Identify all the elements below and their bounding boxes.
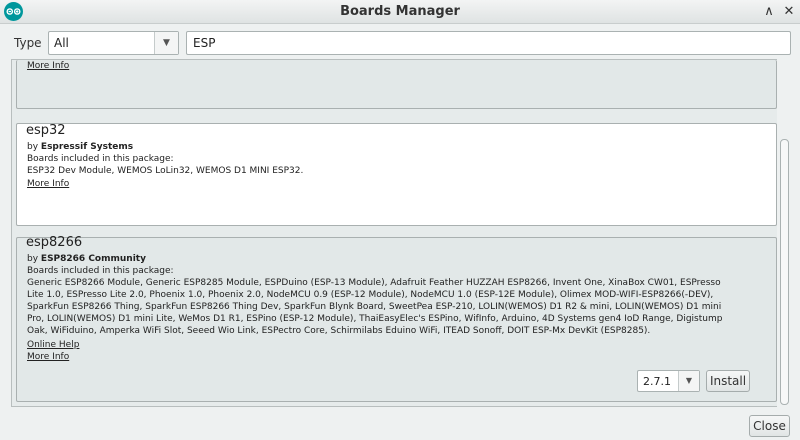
more-info-link[interactable]: More Info (27, 61, 69, 71)
type-dropdown-value: All (54, 36, 69, 50)
package-name: esp32 (26, 123, 66, 138)
package-author: Espressif Systems (40, 142, 134, 152)
type-label: Type (14, 36, 42, 50)
boards-list-text: ESP32 Dev Module, WEMOS LoLin32, WEMOS D… (27, 166, 304, 176)
list-item-esp8266[interactable]: esp8266 by ESP8266 Community Boards incl… (16, 235, 777, 402)
close-window-icon[interactable]: ✕ (780, 3, 798, 21)
package-name: esp8266 (26, 235, 83, 250)
by-prefix: by (27, 254, 39, 264)
minimize-icon[interactable]: ∧ (760, 3, 778, 21)
online-help-link[interactable]: Online Help (27, 340, 79, 350)
boards-label: Boards included in this package: (27, 154, 174, 164)
more-info-link[interactable]: More Info (27, 352, 69, 362)
boards-list: More Info esp32 by Espressif Systems Boa… (11, 59, 792, 407)
package-author: ESP8266 Community (40, 254, 146, 264)
by-prefix: by (27, 142, 39, 152)
chevron-down-icon: ▼ (154, 32, 178, 54)
package-author-line: by ESP8266 Community (27, 254, 146, 264)
scrollbar-thumb[interactable] (780, 139, 789, 405)
boards-label: Boards included in this package: (27, 266, 174, 276)
search-input[interactable] (186, 31, 791, 55)
type-dropdown[interactable]: All ▼ (48, 31, 179, 55)
version-dropdown[interactable]: 2.7.1 ▼ (637, 370, 700, 392)
package-author-line: by Espressif Systems (27, 142, 133, 152)
list-item-esp32[interactable]: esp32 by Espressif Systems Boards includ… (16, 123, 777, 226)
boards-list-text: Generic ESP8266 Module, Generic ESP8285 … (27, 278, 723, 336)
close-button[interactable]: Close (749, 415, 790, 437)
list-item[interactable]: More Info (16, 60, 777, 109)
title-bar: Boards Manager ∧ ✕ (0, 0, 800, 24)
vertical-scrollbar[interactable] (777, 59, 792, 407)
install-button[interactable]: Install (706, 370, 750, 392)
chevron-down-icon: ▼ (678, 371, 699, 391)
more-info-link[interactable]: More Info (27, 179, 69, 189)
window-title: Boards Manager (340, 4, 460, 19)
version-value: 2.7.1 (643, 375, 671, 388)
